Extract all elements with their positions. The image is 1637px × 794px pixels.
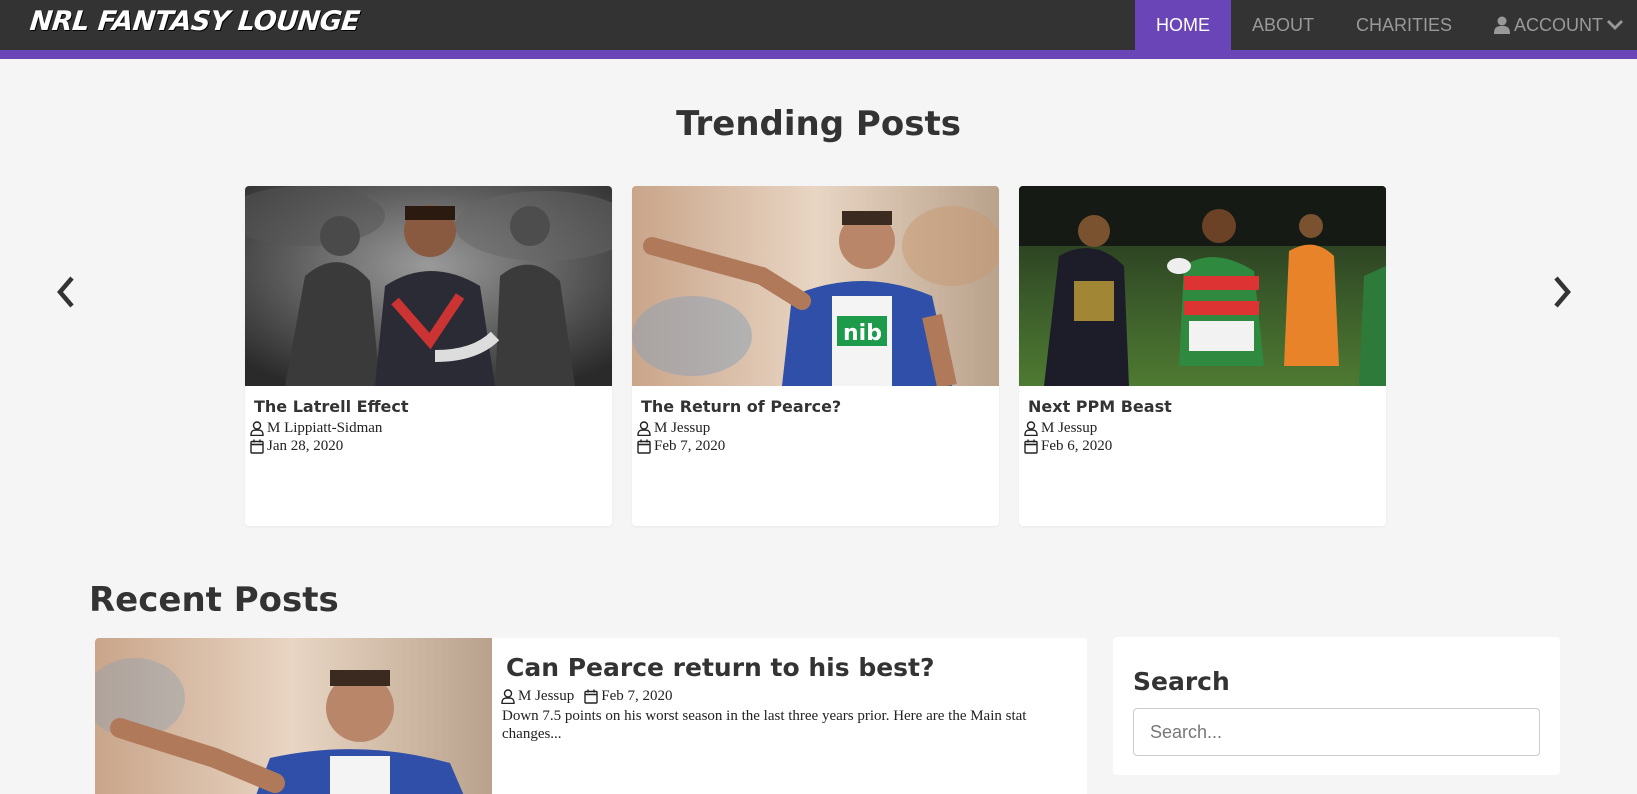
- author-name: M Jessup: [518, 688, 575, 704]
- calendar-icon: [1024, 439, 1038, 454]
- main-nav: HOME ABOUT CHARITIES ACCOUNT: [1134, 0, 1637, 50]
- trending-card[interactable]: Next PPM Beast M Jessup Feb 6, 2020: [1019, 186, 1386, 526]
- nav-charities[interactable]: CHARITIES: [1335, 0, 1473, 50]
- trending-title: Trending Posts: [676, 104, 961, 144]
- post-meta: M Jessup Feb 7, 2020: [501, 688, 673, 705]
- post-author: M Jessup: [501, 688, 574, 705]
- post-title[interactable]: The Return of Pearce?: [641, 397, 841, 416]
- navbar: NRL FANTASY LOUNGE HOME ABOUT CHARITIES …: [0, 0, 1637, 59]
- nav-home[interactable]: HOME: [1134, 0, 1231, 50]
- post-date: Jan 28, 2020: [250, 438, 343, 455]
- user-outline-icon: [501, 689, 515, 704]
- post-title[interactable]: The Latrell Effect: [254, 397, 409, 416]
- calendar-icon: [584, 689, 598, 704]
- search-widget: Search: [1113, 637, 1560, 775]
- calendar-icon: [250, 439, 264, 454]
- author-name: M Jessup: [654, 420, 711, 436]
- post-image[interactable]: [245, 186, 612, 386]
- date-text: Jan 28, 2020: [267, 438, 344, 454]
- calendar-icon: [637, 439, 651, 454]
- post-date: Feb 7, 2020: [637, 438, 725, 455]
- post-date: Feb 6, 2020: [1024, 438, 1112, 455]
- post-title[interactable]: Can Pearce return to his best?: [506, 653, 935, 682]
- date-text: Feb 6, 2020: [1041, 438, 1113, 454]
- site-logo[interactable]: NRL FANTASY LOUNGE: [28, 6, 361, 37]
- author-name: M Jessup: [1041, 420, 1098, 436]
- nav-account[interactable]: ACCOUNT: [1473, 0, 1637, 50]
- post-author: M Jessup: [1024, 420, 1097, 437]
- user-outline-icon: [250, 421, 264, 436]
- user-outline-icon: [1024, 421, 1038, 436]
- chevron-left-icon: [57, 276, 74, 308]
- search-title: Search: [1133, 667, 1230, 696]
- post-excerpt: Down 7.5 points on his worst season in t…: [502, 708, 1027, 742]
- account-label: ACCOUNT: [1514, 15, 1603, 35]
- recent-post-card[interactable]: Can Pearce return to his best? M Jessup …: [95, 638, 1087, 794]
- user-icon: [1494, 16, 1510, 34]
- post-image[interactable]: nib: [632, 186, 999, 386]
- author-name: M Lippiatt-Sidman: [267, 420, 383, 436]
- post-image[interactable]: [95, 638, 492, 794]
- carousel-next-button[interactable]: [1550, 274, 1574, 310]
- post-title[interactable]: Next PPM Beast: [1028, 397, 1172, 416]
- trending-card[interactable]: The Latrell Effect M Lippiatt-Sidman Jan…: [245, 186, 612, 526]
- post-date: Feb 7, 2020: [584, 688, 673, 705]
- user-outline-icon: [637, 421, 651, 436]
- trending-card[interactable]: nib The Return of Pearce? M Jessup Feb 7…: [632, 186, 999, 526]
- date-text: Feb 7, 2020: [654, 438, 726, 454]
- post-author: M Jessup: [637, 420, 710, 437]
- post-image[interactable]: [1019, 186, 1386, 386]
- chevron-down-icon: [1607, 19, 1623, 31]
- chevron-right-icon: [1554, 276, 1571, 308]
- post-author: M Lippiatt-Sidman: [250, 420, 382, 437]
- date-text: Feb 7, 2020: [601, 688, 673, 704]
- recent-title: Recent Posts: [89, 580, 339, 620]
- carousel-prev-button[interactable]: [54, 274, 78, 310]
- nav-about[interactable]: ABOUT: [1231, 0, 1335, 50]
- svg-text:nib: nib: [843, 321, 882, 346]
- search-input[interactable]: [1133, 708, 1540, 756]
